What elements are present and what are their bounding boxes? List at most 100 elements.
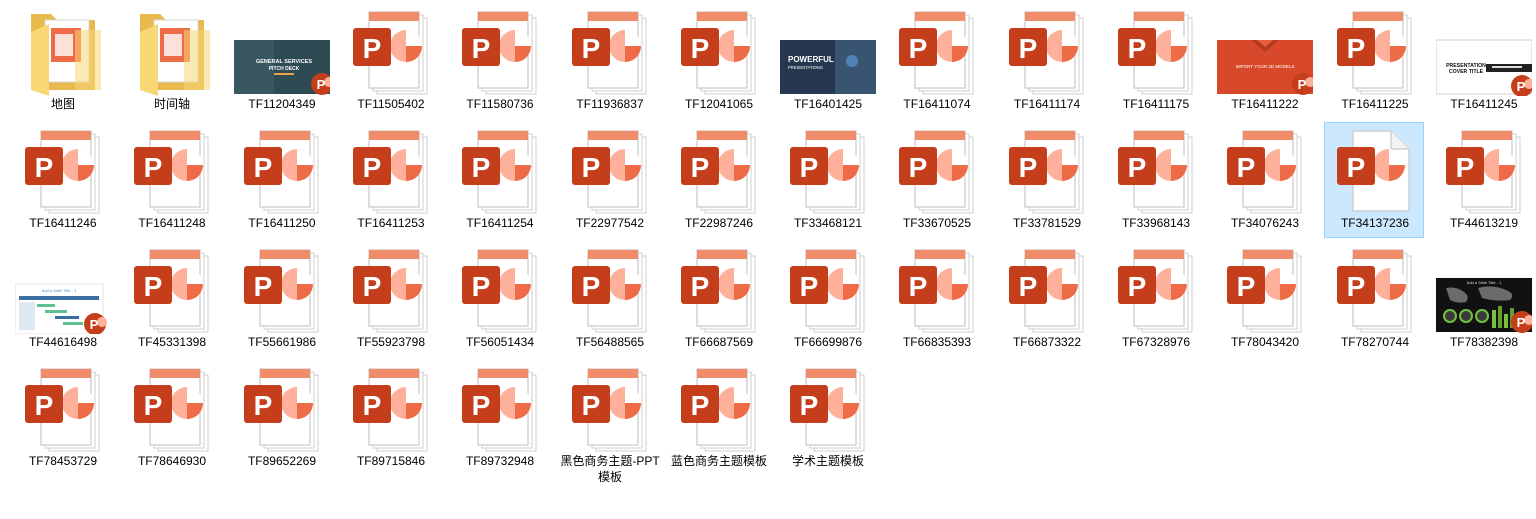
file-item[interactable]: P TF16411250 bbox=[231, 122, 331, 238]
powerpoint-file-icon: P bbox=[889, 244, 985, 334]
svg-text:P: P bbox=[800, 390, 819, 421]
file-item[interactable]: P TF16411225 bbox=[1324, 3, 1424, 119]
powerpoint-file-icon: P bbox=[780, 125, 876, 215]
powerpoint-file-icon: P bbox=[999, 244, 1095, 334]
file-item[interactable]: P 蓝色商务主题模板 bbox=[668, 360, 768, 476]
file-item[interactable]: P TF16411254 bbox=[449, 122, 549, 238]
svg-text:P: P bbox=[691, 390, 710, 421]
file-item[interactable]: P TF44613219 bbox=[1433, 122, 1533, 238]
powerpoint-file-icon: P bbox=[15, 363, 111, 453]
svg-text:P: P bbox=[363, 390, 382, 421]
slide-thumbnail-icon: PRESENTATION COVER TITLE P bbox=[1436, 6, 1532, 96]
file-item[interactable]: P TF22977542 bbox=[559, 122, 659, 238]
file-item[interactable]: P TF34137236 bbox=[1324, 122, 1424, 238]
svg-text:P: P bbox=[1347, 33, 1366, 64]
powerpoint-file-icon: P bbox=[562, 244, 658, 334]
file-name-label: TF66699876 bbox=[793, 335, 863, 349]
folder-item[interactable]: 地图 bbox=[12, 3, 112, 119]
svg-text:P: P bbox=[800, 152, 819, 183]
svg-text:P: P bbox=[909, 152, 928, 183]
file-item[interactable]: P TF55923798 bbox=[340, 241, 440, 357]
file-item[interactable]: P TF66835393 bbox=[886, 241, 986, 357]
file-item[interactable]: P TF66699876 bbox=[777, 241, 877, 357]
file-name-label: TF16401425 bbox=[793, 97, 863, 111]
file-item[interactable]: P TF45331398 bbox=[121, 241, 221, 357]
file-item[interactable]: P TF33670525 bbox=[886, 122, 986, 238]
powerpoint-file-icon: P bbox=[999, 6, 1095, 96]
svg-text:P: P bbox=[90, 317, 99, 332]
file-item[interactable]: P TF33468121 bbox=[777, 122, 877, 238]
svg-text:P: P bbox=[582, 271, 601, 302]
file-item[interactable]: P TF33781529 bbox=[996, 122, 1096, 238]
file-name-label: TF56051434 bbox=[465, 335, 535, 349]
powerpoint-file-icon: P bbox=[1436, 125, 1532, 215]
file-item[interactable]: P TF89715846 bbox=[340, 360, 440, 476]
file-item[interactable]: P TF56488565 bbox=[559, 241, 659, 357]
file-item[interactable]: P TF16411175 bbox=[1105, 3, 1205, 119]
file-item[interactable]: P TF67328976 bbox=[1105, 241, 1205, 357]
powerpoint-file-icon: P bbox=[452, 125, 548, 215]
file-item[interactable]: P TF22987246 bbox=[668, 122, 768, 238]
file-item[interactable]: P TF11936837 bbox=[559, 3, 659, 119]
file-name-label: 黑色商务主题-PPT模板 bbox=[560, 454, 660, 484]
file-name-label: TF16411245 bbox=[1450, 97, 1518, 111]
svg-text:P: P bbox=[472, 271, 491, 302]
file-item[interactable]: Add a Slide Title - 1 P TF78382398 bbox=[1433, 241, 1533, 357]
file-name-label: TF66835393 bbox=[902, 335, 972, 349]
file-item[interactable]: P TF16411174 bbox=[996, 3, 1096, 119]
file-item[interactable]: P TF89652269 bbox=[231, 360, 331, 476]
file-item[interactable]: Add a Slide Title - 1 P TF44616498 bbox=[12, 241, 112, 357]
file-item[interactable]: POWERFUL PRESENTATIONS TF16401425 bbox=[777, 3, 877, 119]
file-item[interactable]: P TF66873322 bbox=[996, 241, 1096, 357]
svg-text:P: P bbox=[317, 77, 326, 92]
file-item[interactable]: P TF16411246 bbox=[12, 122, 112, 238]
folder-item[interactable]: 时间轴 bbox=[121, 3, 221, 119]
file-item[interactable]: P TF78646930 bbox=[121, 360, 221, 476]
file-item[interactable]: P TF34076243 bbox=[1214, 122, 1314, 238]
svg-text:P: P bbox=[254, 271, 273, 302]
file-item[interactable]: P TF78270744 bbox=[1324, 241, 1424, 357]
file-item[interactable]: P TF11580736 bbox=[449, 3, 549, 119]
powerpoint-file-icon: P bbox=[780, 363, 876, 453]
powerpoint-file-icon: P bbox=[124, 244, 220, 334]
file-item[interactable]: P TF11505402 bbox=[340, 3, 440, 119]
file-name-label: TF78646930 bbox=[137, 454, 207, 468]
file-name-label: TF34076243 bbox=[1230, 216, 1300, 230]
file-item[interactable]: P TF66687569 bbox=[668, 241, 768, 357]
file-item[interactable]: P TF89732948 bbox=[449, 360, 549, 476]
svg-text:P: P bbox=[363, 152, 382, 183]
file-name-label: TF89732948 bbox=[465, 454, 535, 468]
file-item[interactable]: P TF16411074 bbox=[886, 3, 986, 119]
powerpoint-file-icon: P bbox=[562, 363, 658, 453]
file-item[interactable]: P TF78043420 bbox=[1214, 241, 1314, 357]
file-item[interactable]: P TF55661986 bbox=[231, 241, 331, 357]
powerpoint-file-icon: P bbox=[780, 244, 876, 334]
file-name-label: TF89652269 bbox=[247, 454, 317, 468]
svg-text:P: P bbox=[1019, 33, 1038, 64]
svg-text:P: P bbox=[472, 33, 491, 64]
svg-text:P: P bbox=[472, 390, 491, 421]
svg-text:P: P bbox=[691, 33, 710, 64]
file-name-label: TF89715846 bbox=[356, 454, 426, 468]
file-item[interactable]: P TF16411248 bbox=[121, 122, 221, 238]
file-name-label: TF16411248 bbox=[138, 216, 206, 230]
file-item[interactable]: P 黑色商务主题-PPT模板 bbox=[559, 360, 660, 484]
slide-thumbnail-icon: POWERFUL PRESENTATIONS bbox=[780, 6, 876, 96]
file-item[interactable]: P TF56051434 bbox=[449, 241, 549, 357]
file-item[interactable]: P 学术主题模板 bbox=[777, 360, 877, 476]
svg-text:P: P bbox=[909, 271, 928, 302]
file-item[interactable]: PRESENTATION COVER TITLE P TF16411245 bbox=[1433, 3, 1533, 119]
file-item[interactable]: IMPORT YOUR 3D MODELS P TF16411222 bbox=[1214, 3, 1314, 119]
file-item[interactable]: P TF12041065 bbox=[668, 3, 768, 119]
svg-text:Add a Slide Title - 1: Add a Slide Title - 1 bbox=[42, 288, 77, 293]
file-item[interactable]: P TF16411253 bbox=[340, 122, 440, 238]
file-item[interactable]: P TF33968143 bbox=[1105, 122, 1205, 238]
powerpoint-file-icon: P bbox=[1327, 6, 1423, 96]
file-name-label: 时间轴 bbox=[153, 97, 190, 111]
file-item[interactable]: GENERAL SERVICES PITCH DECK P TF11204349 bbox=[231, 3, 331, 119]
powerpoint-file-icon: P bbox=[452, 6, 548, 96]
file-name-label: TF66873322 bbox=[1012, 335, 1082, 349]
file-item[interactable]: P TF78453729 bbox=[12, 360, 112, 476]
powerpoint-file-icon: P bbox=[234, 244, 330, 334]
file-name-label: TF33468121 bbox=[793, 216, 863, 230]
